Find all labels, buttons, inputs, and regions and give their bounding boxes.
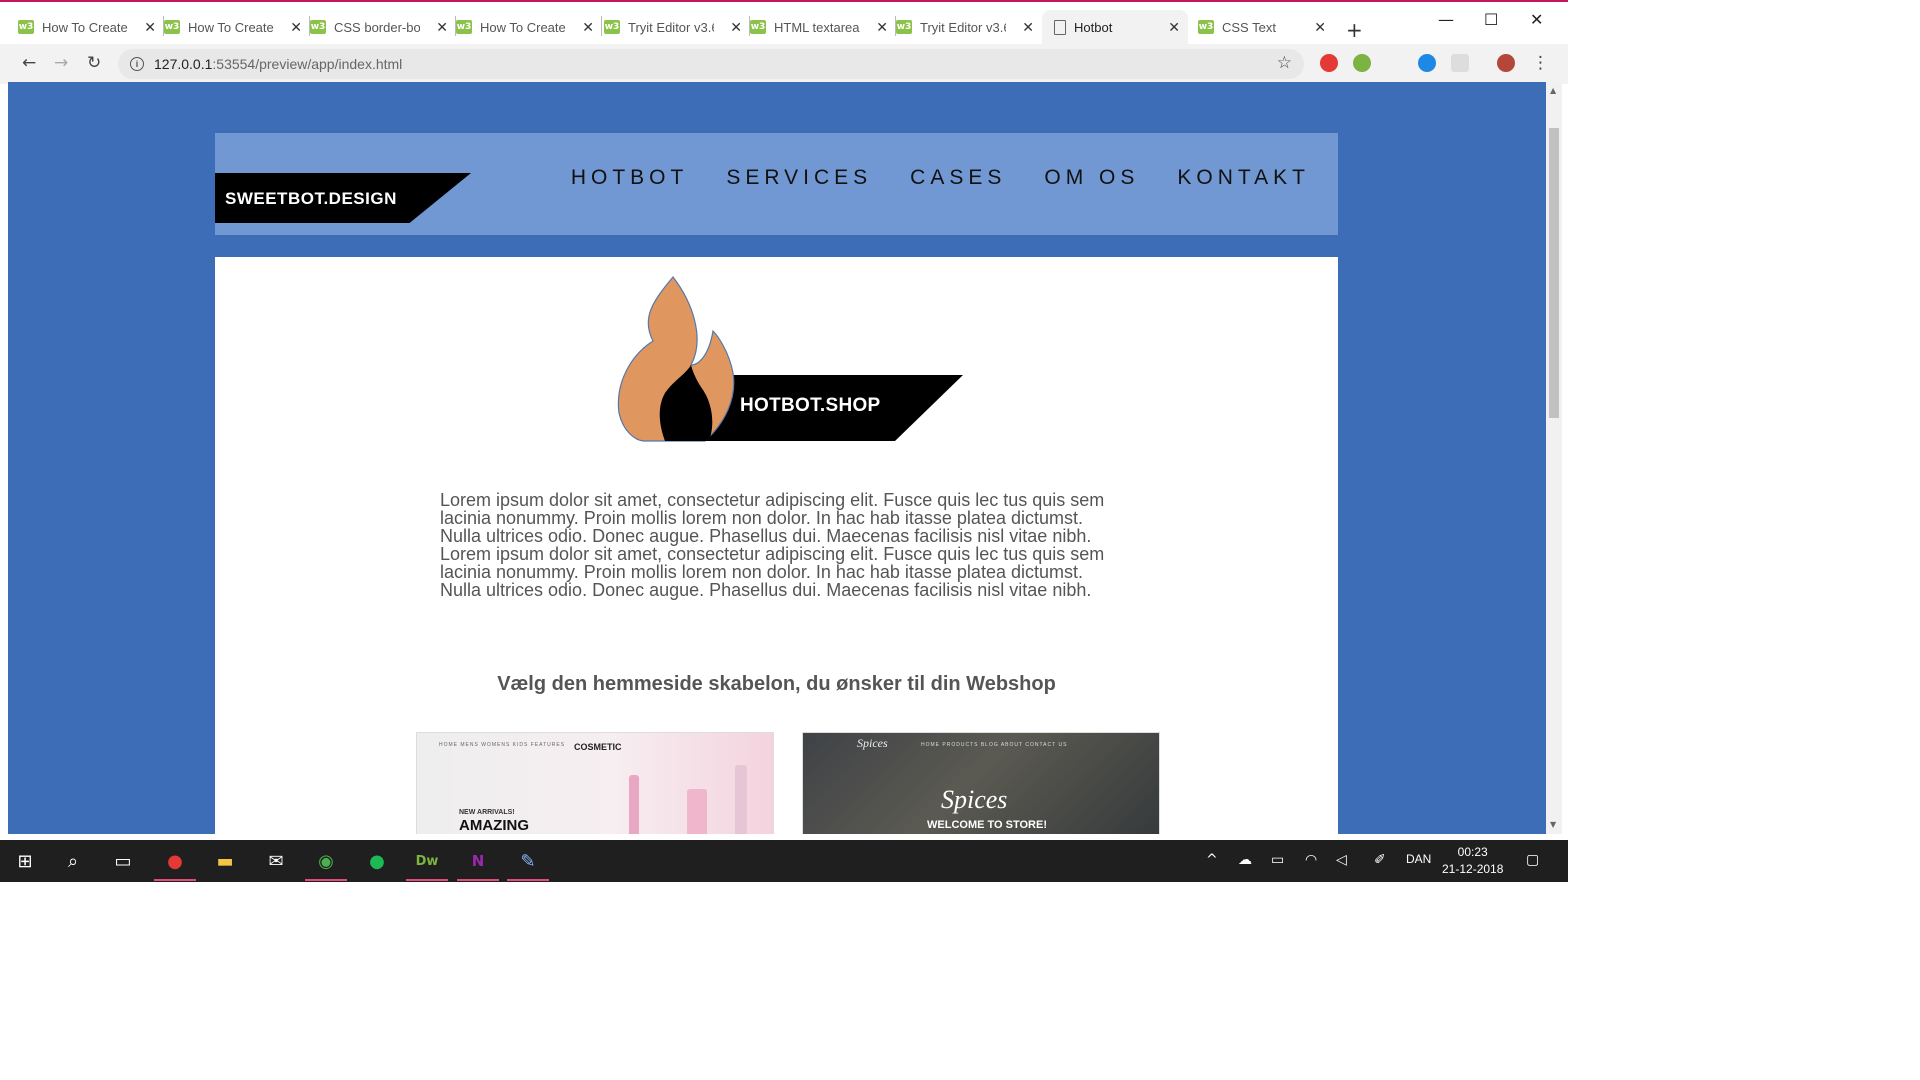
w3schools-icon: w3 (456, 20, 472, 34)
tab-tryit-editor-2[interactable]: w3 Tryit Editor v3.6 ✕ (896, 10, 1042, 44)
w3schools-icon: w3 (1198, 20, 1214, 34)
product-bottle-image (735, 765, 747, 834)
dreamweaver-icon[interactable]: Dw (406, 848, 448, 881)
close-tab-icon[interactable]: ✕ (1314, 20, 1326, 36)
hotbot-logo: HOTBOT.SHOP (613, 273, 963, 443)
green-extension-icon[interactable] (1353, 54, 1371, 72)
close-tab-icon[interactable]: ✕ (1168, 20, 1180, 36)
nav-cases[interactable]: CASES (910, 166, 1006, 190)
onenote-icon[interactable]: N (457, 848, 499, 881)
wifi-icon[interactable]: ◠ (1305, 852, 1317, 868)
language-indicator[interactable]: DAN (1406, 852, 1431, 866)
vertical-scrollbar[interactable]: ▲ ▼ (1546, 82, 1562, 834)
bookmark-star-icon[interactable]: ☆ (1277, 53, 1292, 73)
close-tab-icon[interactable]: ✕ (730, 20, 742, 36)
creative-cloud-icon[interactable]: ● (154, 848, 196, 881)
close-tab-icon[interactable]: ✕ (582, 20, 594, 36)
scrollbar-thumb[interactable] (1549, 128, 1559, 418)
nav-hotbot[interactable]: HOTBOT (571, 166, 689, 190)
nav-services[interactable]: SERVICES (726, 166, 872, 190)
close-tab-icon[interactable]: ✕ (290, 20, 302, 36)
mail-icon[interactable]: ✉ (263, 848, 289, 874)
intro-paragraph: Lorem ipsum dolor sit amet, consectetur … (440, 490, 1105, 600)
pen-icon[interactable]: ✐ (1374, 852, 1386, 868)
forward-icon[interactable]: → (54, 53, 68, 73)
tab-html-textarea[interactable]: w3 HTML textarea ✕ (750, 10, 896, 44)
maximize-icon[interactable]: ☐ (1484, 10, 1498, 29)
url-text[interactable]: 127.0.0.1:53554/preview/app/index.html (154, 56, 402, 72)
menu-kebab-icon[interactable]: ⋮ (1532, 53, 1549, 73)
file-explorer-icon[interactable]: ▬ (212, 848, 238, 874)
tab-tryit-editor-1[interactable]: w3 Tryit Editor v3.6 ✕ (604, 10, 750, 44)
tab-css-border-box[interactable]: w3 CSS border-bo ✕ (310, 10, 456, 44)
browser-toolbar: ← → ↻ i 127.0.0.1:53554/preview/app/inde… (0, 44, 1568, 84)
info-icon[interactable]: i (130, 57, 144, 71)
site-header: SWEETBOT.DESIGN HOTBOT SERVICES CASES OM… (215, 133, 1338, 235)
w3schools-icon: w3 (604, 20, 620, 34)
document-icon (1054, 19, 1066, 35)
tab-how-to-create-1[interactable]: w3 How To Create ✕ (18, 10, 164, 44)
clock[interactable]: 00:23 21-12-2018 (1442, 844, 1503, 878)
nav-kontakt[interactable]: KONTAKT (1177, 166, 1310, 190)
tab-how-to-create-3[interactable]: w3 How To Create ✕ (456, 10, 602, 44)
task-view-icon[interactable]: ▭ (110, 848, 136, 874)
paint-icon[interactable]: ✎ (507, 848, 549, 881)
windows-start-icon[interactable]: ⊞ (12, 848, 38, 874)
cast-extension-icon[interactable] (1451, 54, 1469, 72)
flame-icon (617, 276, 963, 442)
onedrive-icon[interactable]: ☁ (1238, 852, 1252, 868)
minimize-icon[interactable]: — (1438, 10, 1454, 29)
close-tab-icon[interactable]: ✕ (144, 20, 156, 36)
main-content: HOTBOT.SHOP Lorem ipsum dolor sit amet, … (215, 257, 1338, 834)
windows-taskbar: ⊞ ⌕ ▭ ● ▬ ✉ ◉ ● Dw N ✎ ^ ☁ ▭ ◠ ◁ ✐ DAN 0… (0, 840, 1568, 882)
close-tab-icon[interactable]: ✕ (876, 20, 888, 36)
product-bottle-image (629, 775, 639, 834)
new-tab-icon[interactable]: + (1346, 18, 1363, 42)
spotify-icon[interactable]: ● (364, 848, 390, 874)
close-window-icon[interactable]: ✕ (1530, 10, 1543, 29)
tab-css-text[interactable]: w3 CSS Text ✕ (1188, 10, 1334, 44)
search-icon[interactable]: ⌕ (60, 848, 86, 874)
template-spices-thumbnail[interactable]: Spices HOME PRODUCTS BLOG ABOUT CONTACT … (802, 732, 1160, 834)
logo-text: HOTBOT.SHOP (740, 395, 881, 416)
w3schools-icon: w3 (750, 20, 766, 34)
product-bottle-image (687, 789, 707, 834)
tab-strip: w3 How To Create ✕ w3 How To Create ✕ w3… (0, 4, 1568, 44)
brand-logo[interactable]: SWEETBOT.DESIGN (215, 173, 471, 223)
blue-extension-icon[interactable] (1418, 54, 1436, 72)
w3schools-icon: w3 (896, 20, 912, 34)
scroll-up-icon[interactable]: ▲ (1550, 86, 1556, 95)
w3schools-icon: w3 (18, 20, 34, 34)
nav-om-os[interactable]: OM OS (1044, 166, 1139, 190)
scroll-down-icon[interactable]: ▼ (1550, 820, 1556, 829)
close-tab-icon[interactable]: ✕ (436, 20, 448, 36)
main-nav: HOTBOT SERVICES CASES OM OS KONTAKT (571, 166, 1310, 190)
opera-extension-icon[interactable] (1320, 54, 1338, 72)
template-cosmetic-thumbnail[interactable]: HOME MENS WOMENS KIDS FEATURES COSMETIC … (416, 732, 774, 834)
page-viewport: SWEETBOT.DESIGN HOTBOT SERVICES CASES OM… (8, 82, 1546, 834)
browser-chrome: w3 How To Create ✕ w3 How To Create ✕ w3… (0, 0, 1568, 84)
tab-how-to-create-2[interactable]: w3 How To Create ✕ (164, 10, 310, 44)
close-tab-icon[interactable]: ✕ (1022, 20, 1034, 36)
back-icon[interactable]: ← (22, 53, 36, 73)
w3schools-icon: w3 (164, 20, 180, 34)
volume-icon[interactable]: ◁ (1336, 852, 1347, 868)
chrome-icon[interactable]: ◉ (305, 848, 347, 881)
address-bar[interactable]: i 127.0.0.1:53554/preview/app/index.html… (118, 49, 1304, 79)
notifications-icon[interactable]: ▢ (1526, 852, 1539, 868)
w3schools-icon: w3 (310, 20, 326, 34)
tab-hotbot[interactable]: Hotbot ✕ (1042, 10, 1188, 44)
battery-icon[interactable]: ▭ (1271, 852, 1284, 868)
profile-avatar[interactable] (1497, 54, 1515, 72)
show-hidden-icons-icon[interactable]: ^ (1206, 852, 1218, 868)
reload-icon[interactable]: ↻ (87, 53, 101, 73)
template-heading: Vælg den hemmeside skabelon, du ønsker t… (497, 673, 1056, 695)
